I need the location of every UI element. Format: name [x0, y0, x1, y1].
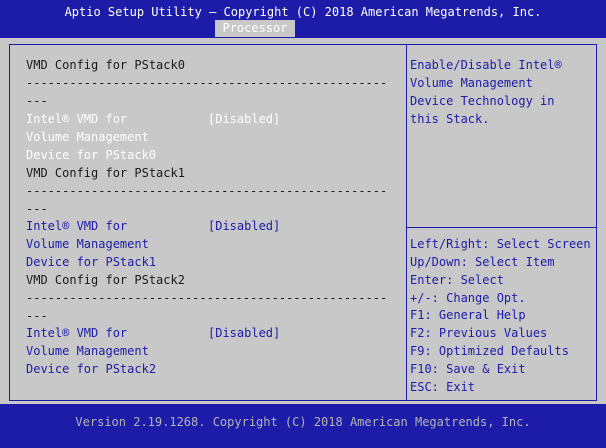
option-label-line: Device for PStack2 [26, 362, 157, 376]
option-value-pstack2[interactable]: [Disabled] [208, 324, 280, 342]
option-label-line: Intel® VMD for [26, 326, 128, 340]
key-help-line: F10: Save & Exit [410, 362, 526, 376]
section-heading-pstack2: VMD Config for PStack2 [26, 273, 185, 287]
tab-processor[interactable]: Processor [215, 20, 295, 37]
key-help-line: Left/Right: Select Screen [410, 237, 591, 251]
option-label-line: Device for PStack1 [26, 255, 157, 269]
help-description-line: Device Technology in [410, 94, 555, 108]
help-description-line: this Stack. [410, 112, 490, 126]
key-help-line: F9: Optimized Defaults [410, 344, 569, 358]
option-label-line: Intel® VMD for [26, 112, 128, 126]
section-heading-pstack1: VMD Config for PStack1 [26, 166, 185, 180]
option-value-pstack0[interactable]: [Disabled] [208, 110, 280, 128]
separator-pstack1: ----------------------------------------… [26, 184, 388, 198]
key-help-line: F2: Previous Values [410, 326, 548, 340]
separator-tail-pstack0: --- [26, 94, 48, 108]
section-heading-pstack0: VMD Config for PStack0 [26, 58, 185, 72]
option-label-line: Volume Management [26, 237, 149, 251]
title-bar: Aptio Setup Utility – Copyright (C) 2018… [0, 0, 606, 38]
separator-tail-pstack2: --- [26, 309, 48, 323]
option-value-pstack1[interactable]: [Disabled] [208, 217, 280, 235]
option-label-line: Volume Management [26, 130, 149, 144]
key-help-line: ESC: Exit [410, 380, 476, 394]
version-text: Version 2.19.1268. Copyright (C) 2018 Am… [75, 415, 531, 429]
option-label-line: Intel® VMD for [26, 219, 128, 233]
option-label-line: Volume Management [26, 344, 149, 358]
key-help-line: Enter: Select [410, 273, 504, 287]
help-description-line: Enable/Disable Intel® [410, 58, 562, 72]
separator-tail-pstack1: --- [26, 202, 48, 216]
help-divider [407, 227, 597, 228]
key-help-line: Up/Down: Select Item [410, 255, 555, 269]
main-panel: VMD Config for PStack0 -----------------… [9, 44, 597, 401]
help-description-line: Volume Management [410, 76, 533, 90]
option-label-line: Device for PStack0 [26, 148, 157, 162]
key-help-line: F1: General Help [410, 308, 526, 322]
panel-divider-vertical [406, 45, 407, 400]
separator-pstack0: ----------------------------------------… [26, 76, 388, 90]
separator-pstack2: ----------------------------------------… [26, 291, 388, 305]
key-help-line: +/-: Change Opt. [410, 291, 526, 305]
app-title: Aptio Setup Utility – Copyright (C) 2018… [64, 5, 542, 19]
footer-bar: Version 2.19.1268. Copyright (C) 2018 Am… [0, 404, 606, 448]
